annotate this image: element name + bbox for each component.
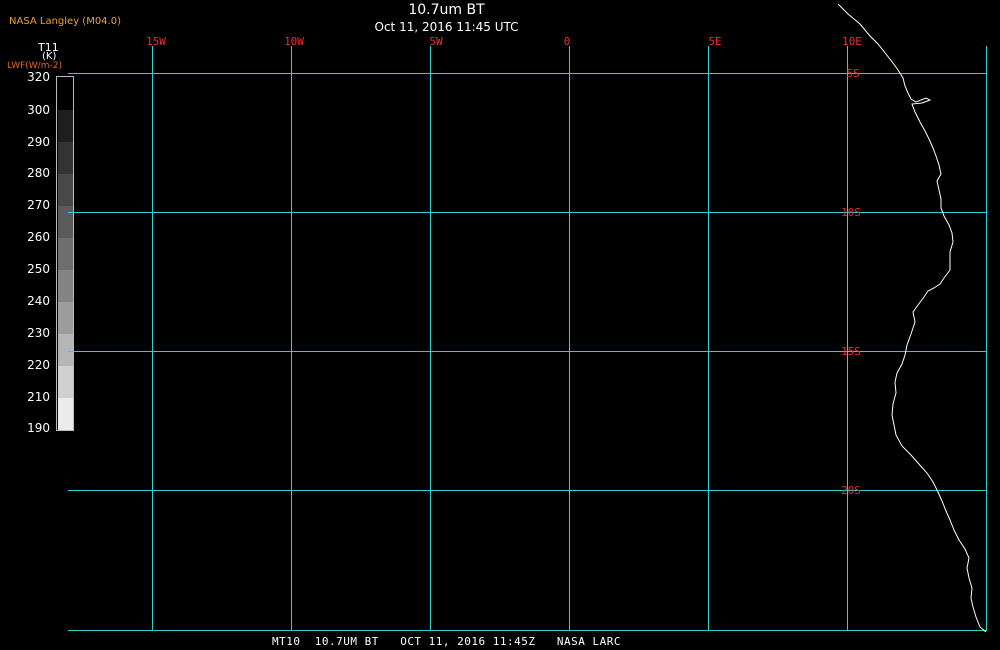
lat-label: 20S — [841, 484, 861, 497]
lon-label: 0 — [564, 35, 571, 48]
coastline — [837, 3, 987, 633]
lat-label: 10S — [841, 206, 861, 219]
longitude-labels: 15W 10W 5W 0 5E 10E — [146, 35, 862, 48]
lon-label: 5E — [708, 35, 721, 48]
map-canvas: 15W 10W 5W 0 5E 10E 5S 10S 15S 20S — [68, 3, 987, 633]
lat-label: 5S — [846, 67, 859, 80]
lon-label: 15W — [146, 35, 166, 48]
lon-label: 10E — [842, 35, 862, 48]
lat-label: 15S — [841, 345, 861, 358]
longitude-gridlines — [152, 46, 987, 631]
lon-label: 5W — [429, 35, 443, 48]
footer-caption: MT10 10.7UM BT OCT 11, 2016 11:45Z NASA … — [271, 635, 621, 648]
lon-label: 10W — [284, 35, 304, 48]
latitude-labels: 5S 10S 15S 20S — [841, 67, 861, 497]
